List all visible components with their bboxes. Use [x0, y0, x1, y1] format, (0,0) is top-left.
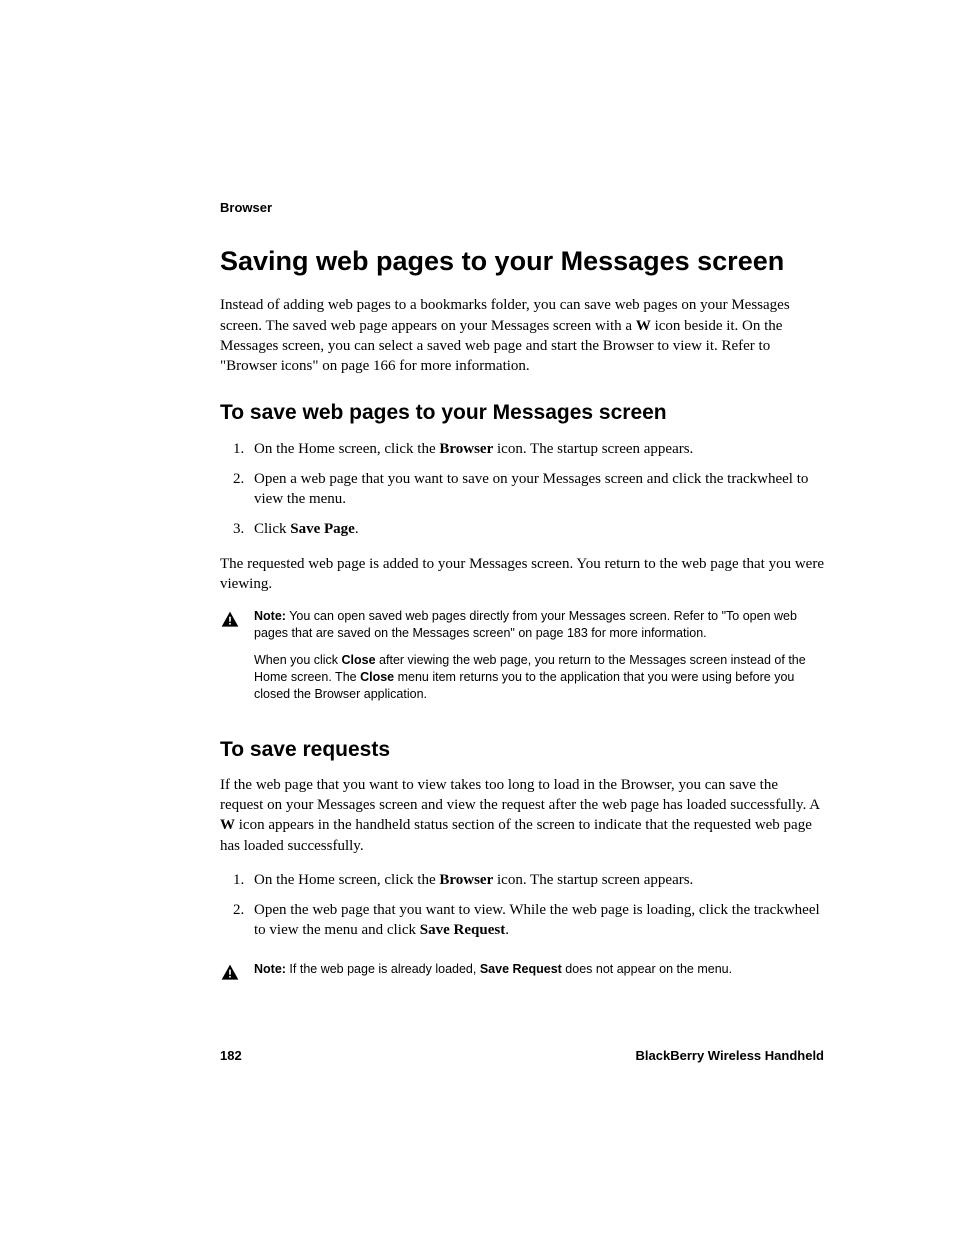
section1-after: The requested web page is added to your …	[220, 554, 824, 595]
note1-p2b: Close	[342, 653, 376, 667]
page-title: Saving web pages to your Messages screen	[220, 245, 824, 277]
s2s1-pre: On the Home screen, click the	[254, 872, 439, 888]
warning-icon	[220, 610, 240, 635]
note2-pre: If the web page is already loaded,	[286, 962, 480, 976]
product-name: BlackBerry Wireless Handheld	[636, 1048, 824, 1063]
section1-step1: On the Home screen, click the Browser ic…	[248, 439, 824, 459]
note1-text: Note: You can open saved web pages direc…	[254, 608, 824, 712]
note1: Note: You can open saved web pages direc…	[220, 608, 824, 712]
warning-icon	[220, 963, 240, 988]
note1-label: Note:	[254, 609, 286, 623]
s1s1-post: icon. The startup screen appears.	[493, 441, 693, 457]
intro-paragraph: Instead of adding web pages to a bookmar…	[220, 295, 824, 376]
section1-steps: On the Home screen, click the Browser ic…	[220, 439, 824, 540]
section2-step2: Open the web page that you want to view.…	[248, 900, 824, 941]
page: Browser Saving web pages to your Message…	[0, 0, 954, 1183]
note1-p1: You can open saved web pages directly fr…	[254, 609, 797, 640]
note2-bold: Save Request	[480, 962, 562, 976]
s2s1-bold: Browser	[439, 872, 493, 888]
section2-step1: On the Home screen, click the Browser ic…	[248, 870, 824, 890]
note2: Note: If the web page is already loaded,…	[220, 961, 824, 988]
s1s3-post: .	[355, 521, 359, 537]
s2p-bold: W	[220, 817, 235, 833]
s1s1-pre: On the Home screen, click the	[254, 441, 439, 457]
s2p-pre: If the web page that you want to view ta…	[220, 777, 819, 813]
note2-label: Note:	[254, 962, 286, 976]
s2s2-post: .	[505, 922, 509, 938]
s2s2-pre: Open the web page that you want to view.…	[254, 902, 820, 938]
note2-post: does not appear on the menu.	[562, 962, 732, 976]
note1-p2d: Close	[360, 670, 394, 684]
footer: 182 BlackBerry Wireless Handheld	[220, 1048, 824, 1063]
s2s1-post: icon. The startup screen appears.	[493, 872, 693, 888]
section1-heading: To save web pages to your Messages scree…	[220, 400, 824, 426]
section1-step3: Click Save Page.	[248, 519, 824, 539]
note2-text: Note: If the web page is already loaded,…	[254, 961, 824, 988]
s1s3-pre: Click	[254, 521, 290, 537]
running-head: Browser	[220, 200, 824, 215]
s1s1-bold: Browser	[439, 441, 493, 457]
s2s2-bold: Save Request	[420, 922, 505, 938]
page-number: 182	[220, 1048, 242, 1063]
section1-step2: Open a web page that you want to save on…	[248, 469, 824, 510]
section2-steps: On the Home screen, click the Browser ic…	[220, 870, 824, 941]
section2-heading: To save requests	[220, 737, 824, 763]
note1-p2a: When you click	[254, 653, 342, 667]
s1s3-bold: Save Page	[290, 521, 355, 537]
intro-w-icon: W	[636, 318, 651, 334]
s2p-post: icon appears in the handheld status sect…	[220, 817, 812, 853]
section2-para: If the web page that you want to view ta…	[220, 775, 824, 856]
